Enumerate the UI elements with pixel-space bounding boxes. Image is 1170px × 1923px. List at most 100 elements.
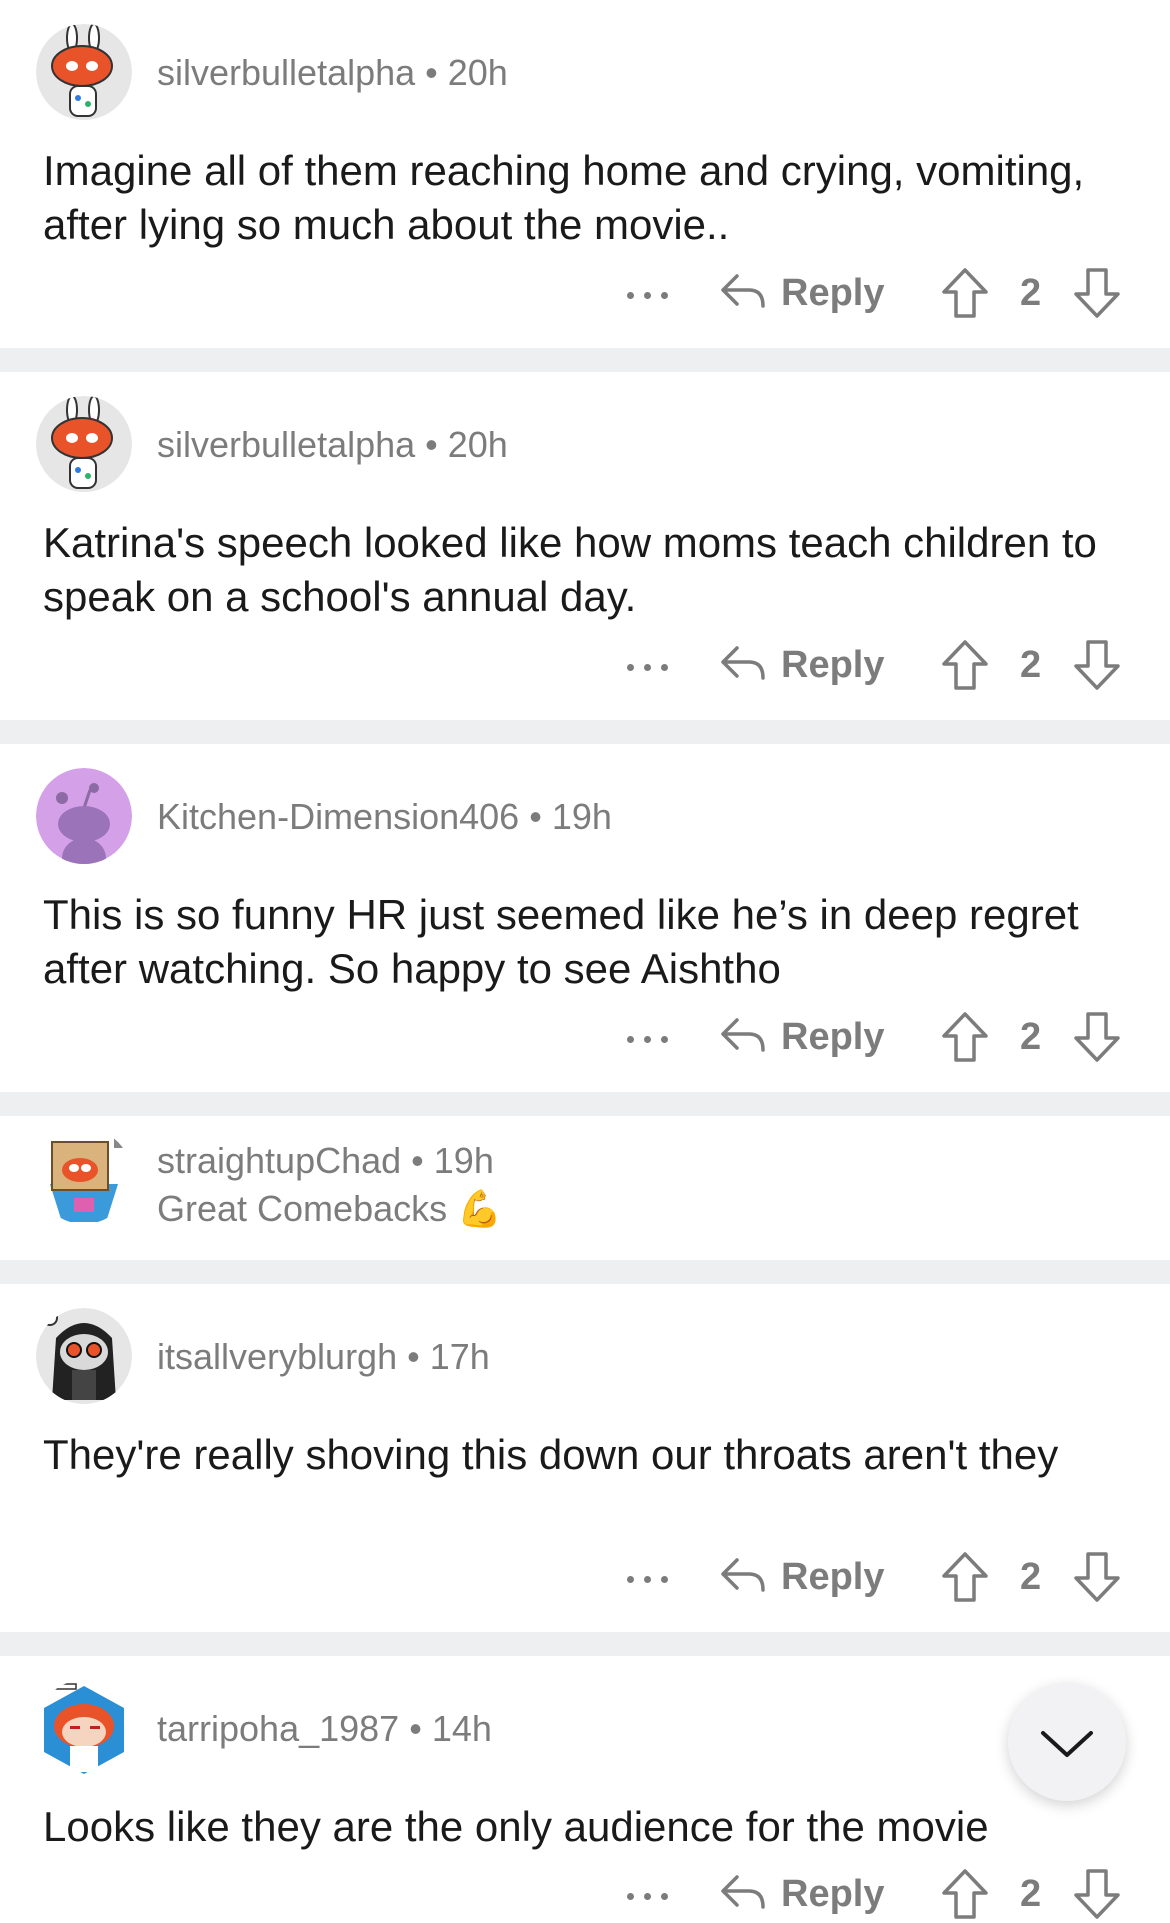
reply-arrow-icon (721, 1018, 765, 1052)
more-options-button[interactable] (624, 1867, 674, 1923)
more-dot (661, 1036, 668, 1043)
upvote-arrow-icon[interactable] (940, 1867, 990, 1921)
avatar[interactable] (36, 1680, 132, 1776)
username-link[interactable]: Kitchen-Dimension406 (157, 796, 519, 837)
downvote-arrow-icon[interactable] (1072, 266, 1122, 320)
avatar[interactable] (36, 768, 132, 864)
more-options-icon (627, 664, 634, 671)
more-options-icon (627, 1576, 634, 1583)
separator-dot: • (425, 424, 438, 465)
box-head-snoo-avatar-icon (36, 1128, 132, 1224)
comment-age: 20h (447, 52, 508, 93)
vote-score: 2 (1020, 644, 1042, 686)
comment: tarripoha_1987 • 14h Looks like they are t… (0, 1656, 1170, 1919)
vote-score: 2 (1020, 1016, 1042, 1058)
separator-dot: • (407, 1336, 420, 1377)
comment-divider (0, 1632, 1170, 1656)
reply-label: Reply (781, 272, 885, 314)
reply-arrow-icon (721, 274, 765, 308)
separator-dot: • (529, 796, 542, 837)
comment-body: Imagine all of them reaching home and cr… (43, 147, 1085, 248)
separator-dot: • (425, 52, 438, 93)
reply-label: Reply (781, 1873, 885, 1915)
downvote-arrow-icon[interactable] (1072, 1867, 1122, 1921)
more-options-icon (627, 1893, 634, 1900)
flair-text: Great Comebacks (157, 1188, 448, 1229)
sunglasses-snoo-avatar-icon (36, 1308, 132, 1404)
comment-body: This is so funny HR just seemed like he’… (43, 891, 1079, 992)
separator-dot: • (411, 1140, 424, 1181)
more-options-button[interactable] (624, 1550, 674, 1606)
upvote-arrow-icon[interactable] (940, 638, 990, 692)
collapsed-comment[interactable]: straightupChad • 19h Great Comebacks 💪 (0, 1116, 1170, 1260)
comment-meta: itsallveryblurgh • 17h (157, 1336, 490, 1378)
comment-age: 17h (429, 1336, 490, 1377)
more-dot (644, 292, 651, 299)
comment-meta: straightupChad • 19h (157, 1140, 494, 1182)
comment-body: Katrina's speech looked like how moms te… (43, 519, 1097, 620)
avatar[interactable] (36, 1308, 132, 1404)
avatar[interactable] (36, 396, 132, 492)
flexed-biceps-icon: 💪 (457, 1188, 502, 1229)
more-options-button[interactable] (624, 638, 674, 694)
more-dot (644, 664, 651, 671)
username-link[interactable]: silverbulletalpha (157, 52, 415, 93)
comment-actions: Reply 2 (0, 1010, 1170, 1066)
avatar[interactable] (36, 24, 132, 120)
bunny-ears-snoo-avatar-icon (36, 396, 132, 492)
avatar[interactable] (36, 1128, 132, 1224)
comment-actions: Reply 2 (0, 266, 1170, 322)
comment-age: 20h (447, 424, 508, 465)
downvote-arrow-icon[interactable] (1072, 638, 1122, 692)
comment-meta: tarripoha_1987 • 14h (157, 1708, 492, 1750)
comment: silverbulletalpha • 20h Katrina's speech l… (0, 372, 1170, 720)
reply-label: Reply (781, 644, 885, 686)
comment: silverbulletalpha • 20h Imagine all of the… (0, 0, 1170, 348)
comment-divider (0, 1092, 1170, 1116)
bunny-ears-snoo-avatar-icon (36, 24, 132, 120)
reply-label: Reply (781, 1016, 885, 1058)
orange-hair-snoo-avatar-icon (44, 1683, 124, 1774)
comment-age: 19h (551, 796, 612, 837)
downvote-arrow-icon[interactable] (1072, 1550, 1122, 1604)
vote-score: 2 (1020, 272, 1042, 314)
comment-divider (0, 348, 1170, 372)
vote-score: 2 (1020, 1873, 1042, 1915)
more-options-button[interactable] (624, 1010, 674, 1066)
downvote-arrow-icon[interactable] (1072, 1010, 1122, 1064)
more-dot (661, 664, 668, 671)
comment-divider (0, 720, 1170, 744)
username-link[interactable]: itsallveryblurgh (157, 1336, 397, 1377)
username-link[interactable]: straightupChad (157, 1140, 401, 1181)
comment-meta: Kitchen-Dimension406 • 19h (157, 796, 612, 838)
more-options-icon (627, 292, 634, 299)
scroll-to-next-button[interactable] (1008, 1683, 1126, 1801)
more-dot (661, 292, 668, 299)
comment-meta: silverbulletalpha • 20h (157, 424, 508, 466)
comment-age: 14h (431, 1708, 492, 1749)
comment-meta: silverbulletalpha • 20h (157, 52, 508, 94)
separator-dot: • (409, 1708, 422, 1749)
comment: Kitchen-Dimension406 • 19h This is so funn… (0, 744, 1170, 1092)
more-options-icon (627, 1036, 634, 1043)
username-link[interactable]: tarripoha_1987 (157, 1708, 399, 1749)
chevron-down-icon (1041, 1731, 1093, 1757)
comment-body: They're really shoving this down our thr… (43, 1431, 1059, 1478)
more-dot (661, 1576, 668, 1583)
vote-score: 2 (1020, 1556, 1042, 1598)
upvote-arrow-icon[interactable] (940, 1010, 990, 1064)
username-link[interactable]: silverbulletalpha (157, 424, 415, 465)
more-options-button[interactable] (624, 266, 674, 322)
reply-arrow-icon (721, 1558, 765, 1592)
more-dot (644, 1576, 651, 1583)
comment-age: 19h (433, 1140, 494, 1181)
comment-actions: Reply 2 (0, 638, 1170, 694)
more-dot (644, 1036, 651, 1043)
upvote-arrow-icon[interactable] (940, 1550, 990, 1604)
reply-arrow-icon (721, 1875, 765, 1909)
default-purple-snoo-avatar-icon (36, 768, 132, 864)
more-dot (661, 1893, 668, 1900)
upvote-arrow-icon[interactable] (940, 266, 990, 320)
comment-divider (0, 1260, 1170, 1284)
comment-body: Looks like they are the only audience fo… (43, 1803, 989, 1850)
